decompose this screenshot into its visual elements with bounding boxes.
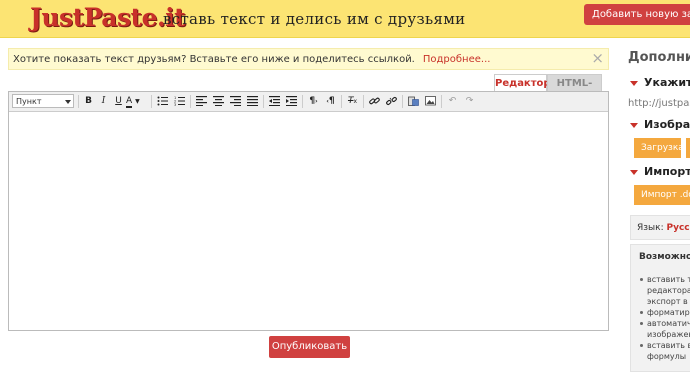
underline-icon[interactable]: U bbox=[111, 95, 126, 108]
outdent-icon[interactable] bbox=[267, 95, 282, 108]
toolbar-divider bbox=[341, 95, 342, 108]
section-url[interactable]: Укажите а bbox=[630, 76, 690, 89]
align-justify-icon[interactable] bbox=[245, 95, 260, 108]
toolbar-divider bbox=[190, 95, 191, 108]
font-color-icon[interactable]: A ▼ bbox=[126, 95, 148, 108]
close-icon[interactable]: × bbox=[591, 51, 604, 66]
link-icon[interactable] bbox=[367, 95, 382, 108]
section-url-label: Укажите а bbox=[644, 76, 690, 89]
svg-text:3: 3 bbox=[174, 103, 176, 106]
features-title: Возможнос bbox=[639, 252, 690, 262]
toolbar-divider bbox=[263, 95, 264, 108]
secondary-image-button[interactable] bbox=[686, 138, 690, 158]
sidebar-title: Дополнит bbox=[628, 50, 690, 65]
url-input[interactable]: http://justpaste bbox=[628, 98, 690, 109]
toolbar-divider bbox=[151, 95, 152, 108]
feature-item: форматиро bbox=[639, 307, 690, 318]
redo-icon[interactable]: ↷ bbox=[462, 95, 477, 108]
paste-word-icon[interactable] bbox=[406, 95, 421, 108]
section-import[interactable]: Импорт и bbox=[630, 165, 690, 178]
feature-item: изображен bbox=[647, 330, 690, 339]
info-notice: Хотите показать текст друзьям? Вставьте … bbox=[8, 48, 609, 70]
format-select[interactable]: Пункт bbox=[12, 94, 74, 108]
features-list: вставить те редактора экспорт в P формат… bbox=[639, 274, 690, 362]
editor-toolbar: Пункт B I U A ▼ 123 ¶› ‹¶ Tx ↶ ↷ bbox=[9, 92, 608, 112]
notice-text: Хотите показать текст друзьям? Вставьте … bbox=[13, 54, 415, 65]
align-left-icon[interactable] bbox=[194, 95, 209, 108]
feature-item: вставить в bbox=[639, 340, 690, 351]
features-box: Возможнос вставить те редактора экспорт … bbox=[630, 244, 690, 372]
tab-html-code[interactable]: HTML-код bbox=[547, 74, 602, 106]
indent-icon[interactable] bbox=[284, 95, 299, 108]
section-images-label: Изображ bbox=[644, 118, 690, 131]
unlink-icon[interactable] bbox=[384, 95, 399, 108]
ltr-direction-icon[interactable]: ¶› bbox=[306, 95, 321, 108]
upload-button[interactable]: Загрузка bbox=[634, 138, 681, 158]
more-info-link[interactable]: Подробнее... bbox=[423, 54, 491, 65]
chevron-down-icon bbox=[65, 100, 71, 104]
slogan: вставь текст и делись им с друзьями bbox=[163, 10, 466, 28]
numbered-list-icon[interactable]: 123 bbox=[172, 95, 187, 108]
caret-down-icon bbox=[630, 122, 638, 128]
sidebar: Дополнит Укажите а http://justpaste Изоб… bbox=[622, 0, 690, 388]
align-center-icon[interactable] bbox=[211, 95, 226, 108]
language-value[interactable]: Русск bbox=[667, 223, 690, 233]
toolbar-divider bbox=[302, 95, 303, 108]
logo[interactable]: JustPaste.it bbox=[30, 3, 186, 32]
toolbar-divider bbox=[441, 95, 442, 108]
bold-icon[interactable]: B bbox=[81, 95, 96, 108]
feature-item: вставить те bbox=[639, 274, 690, 285]
tab-editor[interactable]: Редактор bbox=[494, 74, 551, 91]
section-import-label: Импорт и bbox=[644, 165, 690, 178]
language-selector[interactable]: Язык: Русск bbox=[630, 215, 690, 240]
publish-button[interactable]: Опубликовать bbox=[269, 336, 350, 358]
rtl-direction-icon[interactable]: ‹¶ bbox=[323, 95, 338, 108]
format-select-value: Пункт bbox=[16, 97, 42, 106]
import-doc-button[interactable]: Импорт .doc bbox=[634, 185, 690, 205]
toolbar-divider bbox=[78, 95, 79, 108]
section-images[interactable]: Изображ bbox=[630, 118, 690, 131]
clear-format-icon[interactable]: Tx bbox=[345, 95, 360, 108]
text-editor: Пункт B I U A ▼ 123 ¶› ‹¶ Tx ↶ ↷ bbox=[8, 91, 609, 331]
feature-item: редактора bbox=[647, 286, 690, 295]
italic-icon[interactable]: I bbox=[96, 95, 111, 108]
undo-icon[interactable]: ↶ bbox=[445, 95, 460, 108]
language-label: Язык: bbox=[637, 223, 664, 233]
toolbar-divider bbox=[363, 95, 364, 108]
toolbar-divider bbox=[402, 95, 403, 108]
feature-item: автоматич bbox=[639, 318, 690, 329]
align-right-icon[interactable] bbox=[228, 95, 243, 108]
bullet-list-icon[interactable] bbox=[155, 95, 170, 108]
feature-item: формулы bbox=[647, 352, 687, 361]
image-icon[interactable] bbox=[423, 95, 438, 108]
feature-item: экспорт в P bbox=[647, 297, 690, 306]
caret-down-icon bbox=[630, 169, 638, 175]
header-bar: JustPaste.it вставь текст и делись им с … bbox=[0, 0, 690, 38]
caret-down-icon bbox=[630, 80, 638, 86]
